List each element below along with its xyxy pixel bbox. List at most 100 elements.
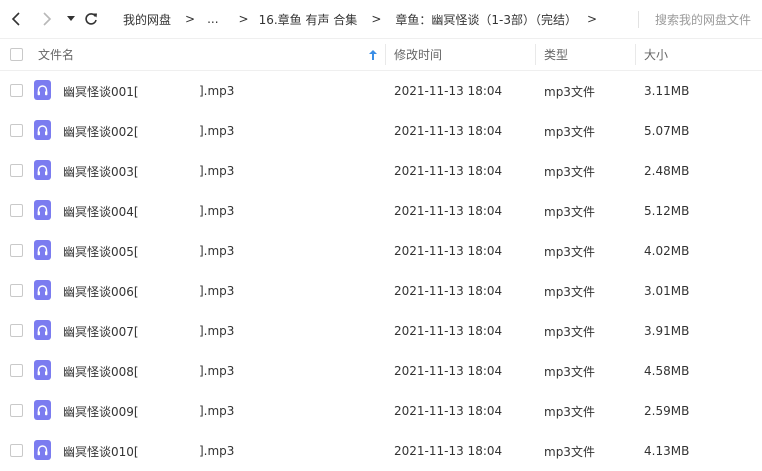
breadcrumb-item-collection[interactable]: 16.章鱼 有声 合集	[259, 11, 358, 28]
row-checkbox[interactable]	[10, 124, 23, 137]
audio-file-icon	[34, 280, 51, 300]
breadcrumb-separator: >	[371, 12, 382, 26]
file-extension[interactable]: ].mp3	[199, 391, 234, 431]
file-list: 幽冥怪谈001[ ].mp3 2021-11-13 18:04 mp3文件 3.…	[0, 71, 762, 471]
file-name[interactable]: 幽冥怪谈003[	[63, 151, 139, 191]
breadcrumb-item-current-folder[interactable]: 章鱼：幽冥怪谈（1-3部）（完结）	[395, 11, 577, 28]
row-checkbox[interactable]	[10, 364, 23, 377]
file-modified-time: 2021-11-13 18:04	[394, 164, 503, 178]
sort-indicator[interactable]	[369, 39, 377, 70]
file-size: 3.01MB	[644, 284, 690, 298]
file-name[interactable]: 幽冥怪谈001[	[63, 71, 139, 111]
file-size: 4.13MB	[644, 444, 690, 458]
file-row[interactable]: 幽冥怪谈006[ ].mp3 2021-11-13 18:04 mp3文件 3.…	[0, 271, 762, 311]
breadcrumb-item-ellipsis[interactable]: ...	[205, 12, 220, 26]
file-name[interactable]: 幽冥怪谈007[	[63, 311, 139, 351]
file-list-header: 文件名 修改时间 类型 大小	[0, 38, 762, 71]
breadcrumb-separator: >	[238, 12, 249, 26]
file-size: 4.58MB	[644, 364, 690, 378]
file-name[interactable]: 幽冥怪谈008[	[63, 351, 139, 391]
column-header-name[interactable]: 文件名	[38, 39, 74, 70]
file-name[interactable]: 幽冥怪谈005[	[63, 231, 139, 271]
refresh-button[interactable]	[81, 9, 101, 29]
file-type: mp3文件	[544, 404, 595, 419]
file-size: 3.11MB	[644, 84, 690, 98]
audio-file-icon	[34, 440, 51, 460]
audio-file-icon	[34, 320, 51, 340]
file-row[interactable]: 幽冥怪谈005[ ].mp3 2021-11-13 18:04 mp3文件 4.…	[0, 231, 762, 271]
file-modified-time: 2021-11-13 18:04	[394, 204, 503, 218]
file-modified-time: 2021-11-13 18:04	[394, 404, 503, 418]
file-extension[interactable]: ].mp3	[199, 151, 234, 191]
file-name[interactable]: 幽冥怪谈004[	[63, 191, 139, 231]
row-checkbox[interactable]	[10, 404, 23, 417]
file-extension[interactable]: ].mp3	[199, 351, 234, 391]
file-type: mp3文件	[544, 204, 595, 219]
row-checkbox[interactable]	[10, 284, 23, 297]
column-header-size[interactable]: 大小	[644, 39, 668, 70]
file-type: mp3文件	[544, 84, 595, 99]
file-modified-time: 2021-11-13 18:04	[394, 364, 503, 378]
file-extension[interactable]: ].mp3	[199, 191, 234, 231]
file-row[interactable]: 幽冥怪谈002[ ].mp3 2021-11-13 18:04 mp3文件 5.…	[0, 111, 762, 151]
caret-down-icon	[67, 16, 75, 21]
navigation-bar: 我的网盘 > ... > 16.章鱼 有声 合集 > 章鱼：幽冥怪谈（1-3部）…	[0, 0, 762, 38]
file-type: mp3文件	[544, 364, 595, 379]
file-type: mp3文件	[544, 324, 595, 339]
chevron-left-icon	[11, 12, 20, 26]
column-header-date[interactable]: 修改时间	[394, 39, 442, 70]
row-checkbox[interactable]	[10, 204, 23, 217]
toolbar-divider	[638, 11, 639, 28]
file-extension[interactable]: ].mp3	[199, 271, 234, 311]
file-name[interactable]: 幽冥怪谈006[	[63, 271, 139, 311]
file-row[interactable]: 幽冥怪谈007[ ].mp3 2021-11-13 18:04 mp3文件 3.…	[0, 311, 762, 351]
file-extension[interactable]: ].mp3	[199, 431, 234, 471]
row-checkbox[interactable]	[10, 164, 23, 177]
column-header-type[interactable]: 类型	[544, 39, 568, 70]
file-extension[interactable]: ].mp3	[199, 71, 234, 111]
audio-file-icon	[34, 120, 51, 140]
audio-file-icon	[34, 240, 51, 260]
file-row[interactable]: 幽冥怪谈003[ ].mp3 2021-11-13 18:04 mp3文件 2.…	[0, 151, 762, 191]
refresh-icon	[85, 13, 97, 25]
column-divider[interactable]	[535, 44, 536, 65]
row-checkbox[interactable]	[10, 444, 23, 457]
file-size: 5.07MB	[644, 124, 690, 138]
file-type: mp3文件	[544, 444, 595, 459]
file-row[interactable]: 幽冥怪谈004[ ].mp3 2021-11-13 18:04 mp3文件 5.…	[0, 191, 762, 231]
row-checkbox[interactable]	[10, 244, 23, 257]
row-checkbox[interactable]	[10, 324, 23, 337]
file-extension[interactable]: ].mp3	[199, 311, 234, 351]
file-type: mp3文件	[544, 244, 595, 259]
audio-file-icon	[34, 160, 51, 180]
audio-file-icon	[34, 360, 51, 380]
file-name[interactable]: 幽冥怪谈010[	[63, 431, 139, 471]
file-extension[interactable]: ].mp3	[199, 111, 234, 151]
file-row[interactable]: 幽冥怪谈010[ ].mp3 2021-11-13 18:04 mp3文件 4.…	[0, 431, 762, 471]
forward-button[interactable]	[36, 9, 56, 29]
column-divider[interactable]	[635, 44, 636, 65]
history-dropdown-button[interactable]	[64, 9, 78, 29]
file-extension[interactable]: ].mp3	[199, 231, 234, 271]
breadcrumb-separator: >	[586, 12, 598, 26]
file-row[interactable]: 幽冥怪谈009[ ].mp3 2021-11-13 18:04 mp3文件 2.…	[0, 391, 762, 431]
column-divider[interactable]	[385, 44, 386, 65]
breadcrumb-item-root[interactable]: 我的网盘	[123, 11, 171, 28]
file-modified-time: 2021-11-13 18:04	[394, 84, 503, 98]
audio-file-icon	[34, 200, 51, 220]
file-row[interactable]: 幽冥怪谈008[ ].mp3 2021-11-13 18:04 mp3文件 4.…	[0, 351, 762, 391]
chevron-right-icon	[43, 12, 52, 26]
file-name[interactable]: 幽冥怪谈009[	[63, 391, 139, 431]
file-type: mp3文件	[544, 124, 595, 139]
search-input[interactable]	[655, 11, 759, 28]
file-modified-time: 2021-11-13 18:04	[394, 124, 503, 138]
select-all-checkbox-cell	[10, 39, 23, 70]
select-all-checkbox[interactable]	[10, 48, 23, 61]
row-checkbox[interactable]	[10, 84, 23, 97]
back-button[interactable]	[7, 9, 27, 29]
audio-file-icon	[34, 400, 51, 420]
file-modified-time: 2021-11-13 18:04	[394, 244, 503, 258]
file-name[interactable]: 幽冥怪谈002[	[63, 111, 139, 151]
file-size: 2.59MB	[644, 404, 690, 418]
file-row[interactable]: 幽冥怪谈001[ ].mp3 2021-11-13 18:04 mp3文件 3.…	[0, 71, 762, 111]
